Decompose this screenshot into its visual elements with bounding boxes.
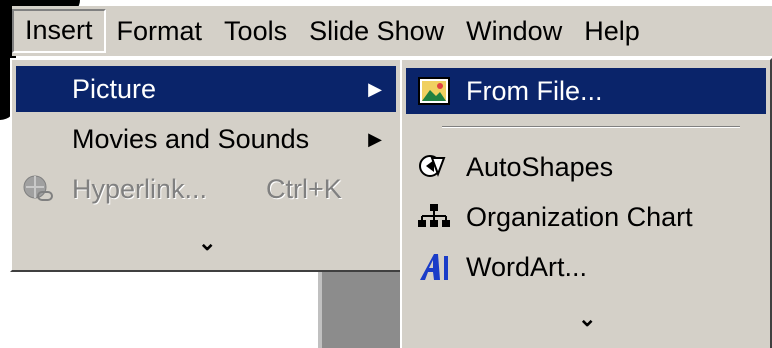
menu-item-wordart[interactable]: WordArt... <box>406 244 766 290</box>
menu-item-autoshapes-label: AutoShapes <box>466 152 614 182</box>
insert-menu-dropdown: Picture ▶ Movies and Sounds ▶ Hyperlink.… <box>10 58 402 272</box>
menu-format[interactable]: Format <box>106 9 214 53</box>
autoshapes-icon <box>419 155 446 177</box>
menu-slide-show-label: Slide Show <box>309 16 445 46</box>
menu-item-from-file-label: From File... <box>466 76 603 106</box>
menu-item-movies-label: Movies and Sounds <box>72 124 310 154</box>
hyperlink-globe-icon <box>23 175 53 201</box>
menu-item-picture-label: Picture <box>72 74 157 104</box>
menu-help[interactable]: Help <box>573 9 651 53</box>
picture-from-file-icon <box>418 77 450 105</box>
menu-item-autoshapes[interactable]: AutoShapes <box>406 144 766 190</box>
menu-format-label: Format <box>116 16 203 46</box>
menu-tools[interactable]: Tools <box>213 9 298 53</box>
menu-slide-show[interactable]: Slide Show <box>298 9 455 53</box>
menu-item-hyperlink: Hyperlink... Ctrl+K <box>16 166 396 212</box>
wordart-icon <box>420 254 448 280</box>
menu-bar: Insert Format Tools Slide Show Window He… <box>12 6 772 56</box>
menu-item-wordart-label: WordArt... <box>466 252 588 282</box>
submenu-arrow-icon: ▶ <box>368 129 382 149</box>
picture-submenu: From File... AutoShapes Organization Cha… <box>400 58 772 348</box>
hyperlink-shortcut: Ctrl+K <box>266 174 342 204</box>
double-chevron-down-icon[interactable]: ⌄ <box>198 230 216 256</box>
menu-item-organization-chart[interactable]: Organization Chart <box>406 194 766 240</box>
menu-item-org-chart-label: Organization Chart <box>466 202 693 232</box>
double-chevron-down-icon[interactable]: ⌄ <box>578 306 596 332</box>
menu-separator <box>442 126 740 128</box>
menu-window[interactable]: Window <box>455 9 573 53</box>
menu-item-movies-and-sounds[interactable]: Movies and Sounds ▶ <box>16 116 396 162</box>
menu-tools-label: Tools <box>224 16 288 46</box>
menu-insert[interactable]: Insert <box>12 9 106 53</box>
menu-window-label: Window <box>466 16 563 46</box>
submenu-arrow-icon: ▶ <box>368 79 382 99</box>
menu-help-label: Help <box>584 16 640 46</box>
menu-item-picture[interactable]: Picture ▶ <box>16 66 396 112</box>
menu-insert-label: Insert <box>25 15 93 45</box>
org-chart-icon <box>418 204 450 227</box>
menu-item-hyperlink-label: Hyperlink... <box>72 174 208 204</box>
menu-item-from-file[interactable]: From File... <box>406 68 766 114</box>
